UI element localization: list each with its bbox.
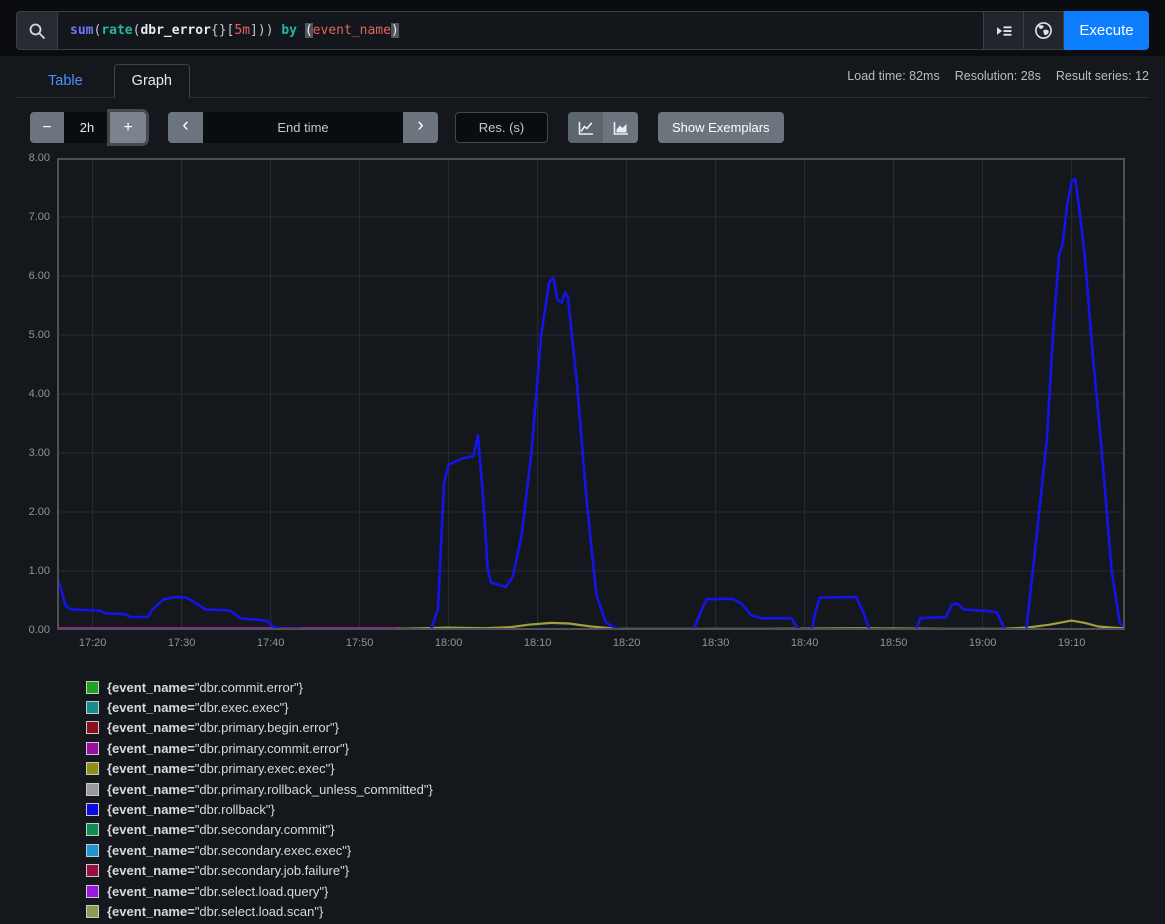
query-input[interactable]: sum(rate(dbr_error{}[5m])) by (event_nam… <box>58 11 984 50</box>
legend-item[interactable]: {event_name="dbr.select.load.query"} <box>86 881 433 901</box>
y-tick-label: 1.00 <box>0 565 50 577</box>
result-series-stat: Result series: 12 <box>1056 69 1149 83</box>
x-tick-label: 18:40 <box>775 637 835 649</box>
resolution-stat: Resolution: 28s <box>955 69 1041 83</box>
legend-series-name: {event_name="dbr.secondary.job.failure"} <box>107 863 349 878</box>
prometheus-app: sum(rate(dbr_error{}[5m])) by (event_nam… <box>0 0 1165 924</box>
series-line <box>397 621 1125 629</box>
legend-swatch <box>86 742 99 755</box>
execute-button[interactable]: Execute <box>1064 11 1149 50</box>
legend-item[interactable]: {event_name="dbr.primary.commit.error"} <box>86 738 433 758</box>
series-line <box>57 179 1125 630</box>
end-time-input[interactable] <box>203 112 403 143</box>
legend-item[interactable]: {event_name="dbr.secondary.job.failure"} <box>86 861 433 881</box>
legend-swatch <box>86 701 99 714</box>
y-tick-label: 6.00 <box>0 270 50 282</box>
x-tick-label: 17:40 <box>241 637 301 649</box>
legend-swatch <box>86 803 99 816</box>
legend-series-name: {event_name="dbr.rollback"} <box>107 802 275 817</box>
legend-series-name: {event_name="dbr.primary.rollback_unless… <box>107 782 433 797</box>
resolution-input[interactable] <box>455 112 548 143</box>
range-input[interactable] <box>64 112 110 143</box>
legend-item[interactable]: {event_name="dbr.exec.exec"} <box>86 697 433 717</box>
time-back-button[interactable]: ‹ <box>168 112 203 143</box>
legend-item[interactable]: {event_name="dbr.secondary.exec.exec"} <box>86 840 433 860</box>
y-tick-label: 5.00 <box>0 329 50 341</box>
end-time-control: ‹ › <box>168 112 438 143</box>
legend-item[interactable]: {event_name="dbr.rollback"} <box>86 799 433 819</box>
search-icon <box>28 22 46 40</box>
legend-swatch <box>86 905 99 918</box>
x-tick-label: 17:50 <box>330 637 390 649</box>
legend-item[interactable]: {event_name="dbr.secondary.commit"} <box>86 820 433 840</box>
show-exemplars-button[interactable]: Show Exemplars <box>658 112 784 143</box>
line-graph-toggle-button[interactable] <box>568 112 603 143</box>
legend-series-name: {event_name="dbr.exec.exec"} <box>107 700 289 715</box>
legend-swatch <box>86 864 99 877</box>
line-chart-icon <box>578 120 594 136</box>
y-tick-label: 8.00 <box>0 152 50 164</box>
x-tick-label: 17:30 <box>152 637 212 649</box>
legend-item[interactable]: {event_name="dbr.primary.begin.error"} <box>86 718 433 738</box>
legend-swatch <box>86 681 99 694</box>
query-stats: Load time: 82ms Resolution: 28s Result s… <box>847 69 1149 97</box>
metrics-explorer-button[interactable] <box>984 11 1024 50</box>
load-time-stat: Load time: 82ms <box>847 69 939 83</box>
legend-item[interactable]: {event_name="dbr.select.load.scan"} <box>86 901 433 921</box>
x-tick-label: 19:00 <box>953 637 1013 649</box>
legend-swatch <box>86 885 99 898</box>
legend-swatch <box>86 783 99 796</box>
x-tick-label: 17:20 <box>63 637 123 649</box>
legend-item[interactable]: {event_name="dbr.primary.rollback_unless… <box>86 779 433 799</box>
chart-area: 0.001.002.003.004.005.006.007.008.00 17:… <box>0 158 1165 652</box>
tab-graph[interactable]: Graph <box>114 64 190 98</box>
metrics-explorer-icon <box>995 22 1013 40</box>
time-forward-button[interactable]: › <box>403 112 438 143</box>
range-zoom-out-button[interactable]: − <box>30 112 64 143</box>
x-tick-label: 18:20 <box>597 637 657 649</box>
graph-controls: − + ‹ › Show Exemplars <box>30 112 784 143</box>
y-tick-label: 2.00 <box>0 506 50 518</box>
query-group: sum(rate(dbr_error{}[5m])) by (event_nam… <box>16 11 1149 50</box>
x-tick-label: 18:30 <box>686 637 746 649</box>
legend-swatch <box>86 844 99 857</box>
legend-item[interactable]: {event_name="dbr.primary.exec.exec"} <box>86 759 433 779</box>
legend-swatch <box>86 762 99 775</box>
globe-button[interactable] <box>1024 11 1064 50</box>
stacked-graph-toggle-button[interactable] <box>603 112 638 143</box>
x-tick-label: 19:10 <box>1042 637 1102 649</box>
legend-series-name: {event_name="dbr.select.load.scan"} <box>107 904 323 919</box>
legend-series-name: {event_name="dbr.secondary.exec.exec"} <box>107 843 351 858</box>
legend: {event_name="dbr.commit.error"} {event_na… <box>86 677 433 922</box>
x-tick-label: 18:10 <box>508 637 568 649</box>
legend-series-name: {event_name="dbr.commit.error"} <box>107 680 303 695</box>
y-tick-label: 0.00 <box>0 624 50 636</box>
y-tick-label: 3.00 <box>0 447 50 459</box>
legend-series-name: {event_name="dbr.primary.begin.error"} <box>107 720 339 735</box>
stacked-chart-icon <box>613 120 629 136</box>
tabs: Table Graph Load time: 82ms Resolution: … <box>16 61 1149 98</box>
graph-plot[interactable] <box>57 158 1125 630</box>
legend-series-name: {event_name="dbr.secondary.commit"} <box>107 822 335 837</box>
graph-type-toggle <box>568 112 638 143</box>
query-toolbar: sum(rate(dbr_error{}[5m])) by (event_nam… <box>0 0 1165 56</box>
x-tick-label: 18:00 <box>419 637 479 649</box>
range-zoom-in-button[interactable]: + <box>110 112 146 143</box>
y-tick-label: 4.00 <box>0 388 50 400</box>
query-search-button[interactable] <box>16 11 58 50</box>
legend-item[interactable]: {event_name="dbr.commit.error"} <box>86 677 433 697</box>
legend-series-name: {event_name="dbr.select.load.query"} <box>107 884 328 899</box>
globe-icon <box>1034 21 1053 40</box>
y-tick-label: 7.00 <box>0 211 50 223</box>
tab-table[interactable]: Table <box>30 64 101 98</box>
legend-swatch <box>86 823 99 836</box>
range-control: − + <box>30 112 146 143</box>
legend-series-name: {event_name="dbr.primary.exec.exec"} <box>107 761 335 776</box>
x-tick-label: 18:50 <box>864 637 924 649</box>
legend-swatch <box>86 721 99 734</box>
legend-series-name: {event_name="dbr.primary.commit.error"} <box>107 741 349 756</box>
